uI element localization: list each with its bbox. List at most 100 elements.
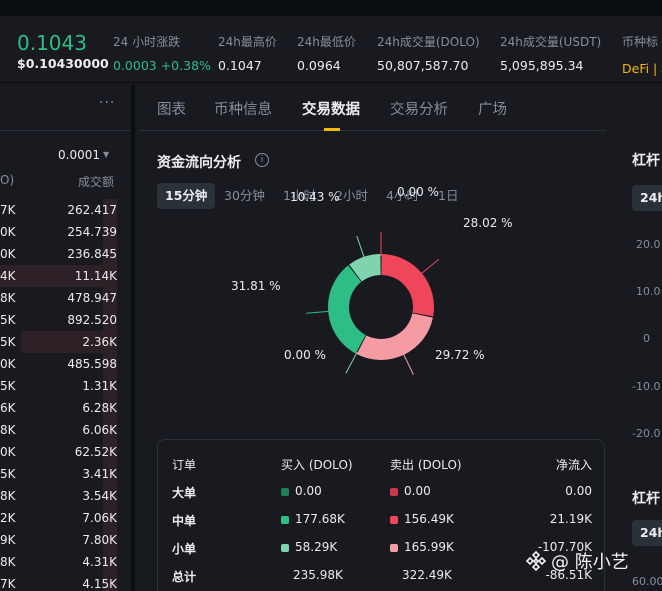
tab-1[interactable]: 图表 xyxy=(157,98,186,119)
leverage-title: 杠杆 xyxy=(632,153,660,169)
order-book-amount: 4K xyxy=(0,269,16,283)
period-option[interactable]: 30分钟 xyxy=(224,183,265,209)
sell-legend-dot-icon xyxy=(390,516,398,524)
buy-legend-dot-icon xyxy=(281,544,289,552)
order-book-amount: 9K xyxy=(0,533,16,547)
order-book-row[interactable]: 5K 1.31K xyxy=(0,375,131,397)
order-book-row[interactable]: 0K 254.739 xyxy=(0,221,131,243)
axis-tick: -10.0 xyxy=(632,380,661,393)
order-book-row[interactable]: 0K 62.52K xyxy=(0,441,131,463)
buy-legend-dot-icon xyxy=(281,488,289,496)
order-book-total: 2.36K xyxy=(82,335,117,349)
ticker-stat-value: 5,095,895.34 xyxy=(500,58,584,73)
order-book-total: 4.31K xyxy=(82,555,117,569)
ticker-stat-value: 0.0003 +0.38% xyxy=(113,58,211,73)
order-book-amount: 2K xyxy=(0,511,16,525)
table-cell-buy: 177.68K xyxy=(281,512,345,526)
order-book-amount: 5K xyxy=(0,313,16,327)
ticker-stat-value: DeFi | 种 xyxy=(622,61,662,76)
tab-5[interactable]: 广场 xyxy=(478,98,507,119)
tab-bar: 图表 币种信息 交易数据 交易分析 广场 xyxy=(139,85,662,131)
order-book-total: 254.739 xyxy=(67,225,117,239)
table-header-order: 订单 xyxy=(172,458,197,472)
table-cell-buy: 235.98K xyxy=(293,568,343,582)
sell-value: 0.00 xyxy=(404,484,431,498)
order-book-row[interactable]: 0K 236.845 xyxy=(0,243,131,265)
binance-logo-icon xyxy=(525,550,547,572)
chevron-down-icon[interactable]: ▼ xyxy=(103,150,109,159)
table-row-label: 总计 xyxy=(172,570,197,584)
ticker-stat: 24h成交量(USDT) 5,095,895.34 xyxy=(500,33,601,73)
axis-tick: 10.0 xyxy=(636,285,661,298)
donut-leader-line xyxy=(420,258,440,275)
buy-legend-dot-icon xyxy=(281,516,289,524)
donut-leader-line xyxy=(356,235,366,259)
order-book-total: 892.520 xyxy=(67,313,117,327)
order-book-row[interactable]: 5K 2.36K xyxy=(0,331,131,353)
order-book-amount: 0K xyxy=(0,357,16,371)
leverage-title-2: 杠杆 xyxy=(632,491,660,507)
period-option[interactable]: 2小时 xyxy=(335,183,368,209)
order-book-row[interactable]: 8K 6.06K xyxy=(0,419,131,441)
order-book-row[interactable]: 7K 4.15K xyxy=(0,573,131,591)
order-book-row[interactable]: 6K 6.28K xyxy=(0,397,131,419)
order-book-total: 4.15K xyxy=(82,577,117,591)
more-options-icon[interactable]: ··· xyxy=(99,95,115,111)
order-book-row[interactable]: 9K 7.80K xyxy=(0,529,131,551)
tab-4[interactable]: 交易分析 xyxy=(390,98,448,119)
fund-flow-donut-chart: 0.00 % 28.02 % 29.72 % 0.00 % 31.81 % 10.43 % xyxy=(139,185,609,425)
order-book-row[interactable]: 4K 11.14K xyxy=(0,265,131,287)
order-book-row[interactable]: 0K 485.598 xyxy=(0,353,131,375)
order-book-row[interactable]: 2K 7.06K xyxy=(0,507,131,529)
period-option[interactable]: 1日 xyxy=(438,183,458,209)
ticker-stat-value: 0.0964 xyxy=(297,58,341,73)
order-book-total: 3.54K xyxy=(82,489,117,503)
order-book-row[interactable]: 8K 3.54K xyxy=(0,485,131,507)
order-book-total: 262.417 xyxy=(67,203,117,217)
order-book-panel: ··· 0.0001 ▼ O) 成交额 7K 262.417 0K 254.739 0K… xyxy=(0,85,135,591)
precision-select[interactable]: 0.0001 xyxy=(58,148,100,162)
leverage-period-button-2[interactable]: 24h xyxy=(632,520,662,546)
fund-flow-title: 资金流向分析 xyxy=(157,155,241,171)
order-book-row[interactable]: 5K 892.520 xyxy=(0,309,131,331)
ticker-stat-value: 0.1047 xyxy=(218,58,262,73)
order-book-total: 3.41K xyxy=(82,467,117,481)
period-option[interactable]: 15分钟 xyxy=(157,183,216,209)
slice-percent-label: 0.00 % xyxy=(284,348,326,362)
order-book-total: 236.845 xyxy=(67,247,117,261)
order-book-total: 7.80K xyxy=(82,533,117,547)
info-icon[interactable]: i xyxy=(255,153,269,167)
leverage-period-button[interactable]: 24h xyxy=(632,185,662,211)
ticker-stat: 24h最低价 0.0964 xyxy=(297,33,356,73)
ticker-stat: 24 小时涨跌 0.0003 +0.38% xyxy=(113,33,211,73)
active-tab-indicator xyxy=(324,128,340,131)
order-book-row[interactable]: 8K 478.947 xyxy=(0,287,131,309)
order-book-amount: 7K xyxy=(0,577,16,591)
tab-2[interactable]: 币种信息 xyxy=(214,98,272,119)
slice-percent-label: 31.81 % xyxy=(231,279,281,293)
ticker-stat-label: 24h成交量(DOLO) xyxy=(377,35,480,49)
table-cell-sell: 156.49K xyxy=(390,512,454,526)
table-header-net: 净流入 xyxy=(555,458,592,472)
axis-tick: 20.0 xyxy=(636,238,661,251)
order-book-amount: 0K xyxy=(0,225,16,239)
donut-slice[interactable] xyxy=(381,254,435,317)
order-book-row[interactable]: 7K 262.417 xyxy=(0,199,131,221)
donut-slice[interactable] xyxy=(356,313,433,360)
order-book-row[interactable]: 5K 3.41K xyxy=(0,463,131,485)
tab-3[interactable]: 交易数据 xyxy=(302,98,360,119)
top-strip xyxy=(0,0,662,16)
sell-value: 165.99K xyxy=(404,540,454,554)
buy-value: 0.00 xyxy=(295,484,322,498)
table-row-label: 大单 xyxy=(172,486,197,500)
order-book-total: 485.598 xyxy=(67,357,117,371)
order-book-row[interactable]: 8K 4.31K xyxy=(0,551,131,573)
watermark-text: @ 陈小艺 xyxy=(551,552,629,573)
order-book-total: 62.52K xyxy=(74,445,117,459)
table-row-label: 中单 xyxy=(172,514,197,528)
last-price-usd: $0.10430000 xyxy=(17,56,109,71)
donut-svg xyxy=(306,232,440,375)
sell-legend-dot-icon xyxy=(390,544,398,552)
donut-leader-line xyxy=(402,352,414,375)
order-book-amount: 5K xyxy=(0,335,16,349)
